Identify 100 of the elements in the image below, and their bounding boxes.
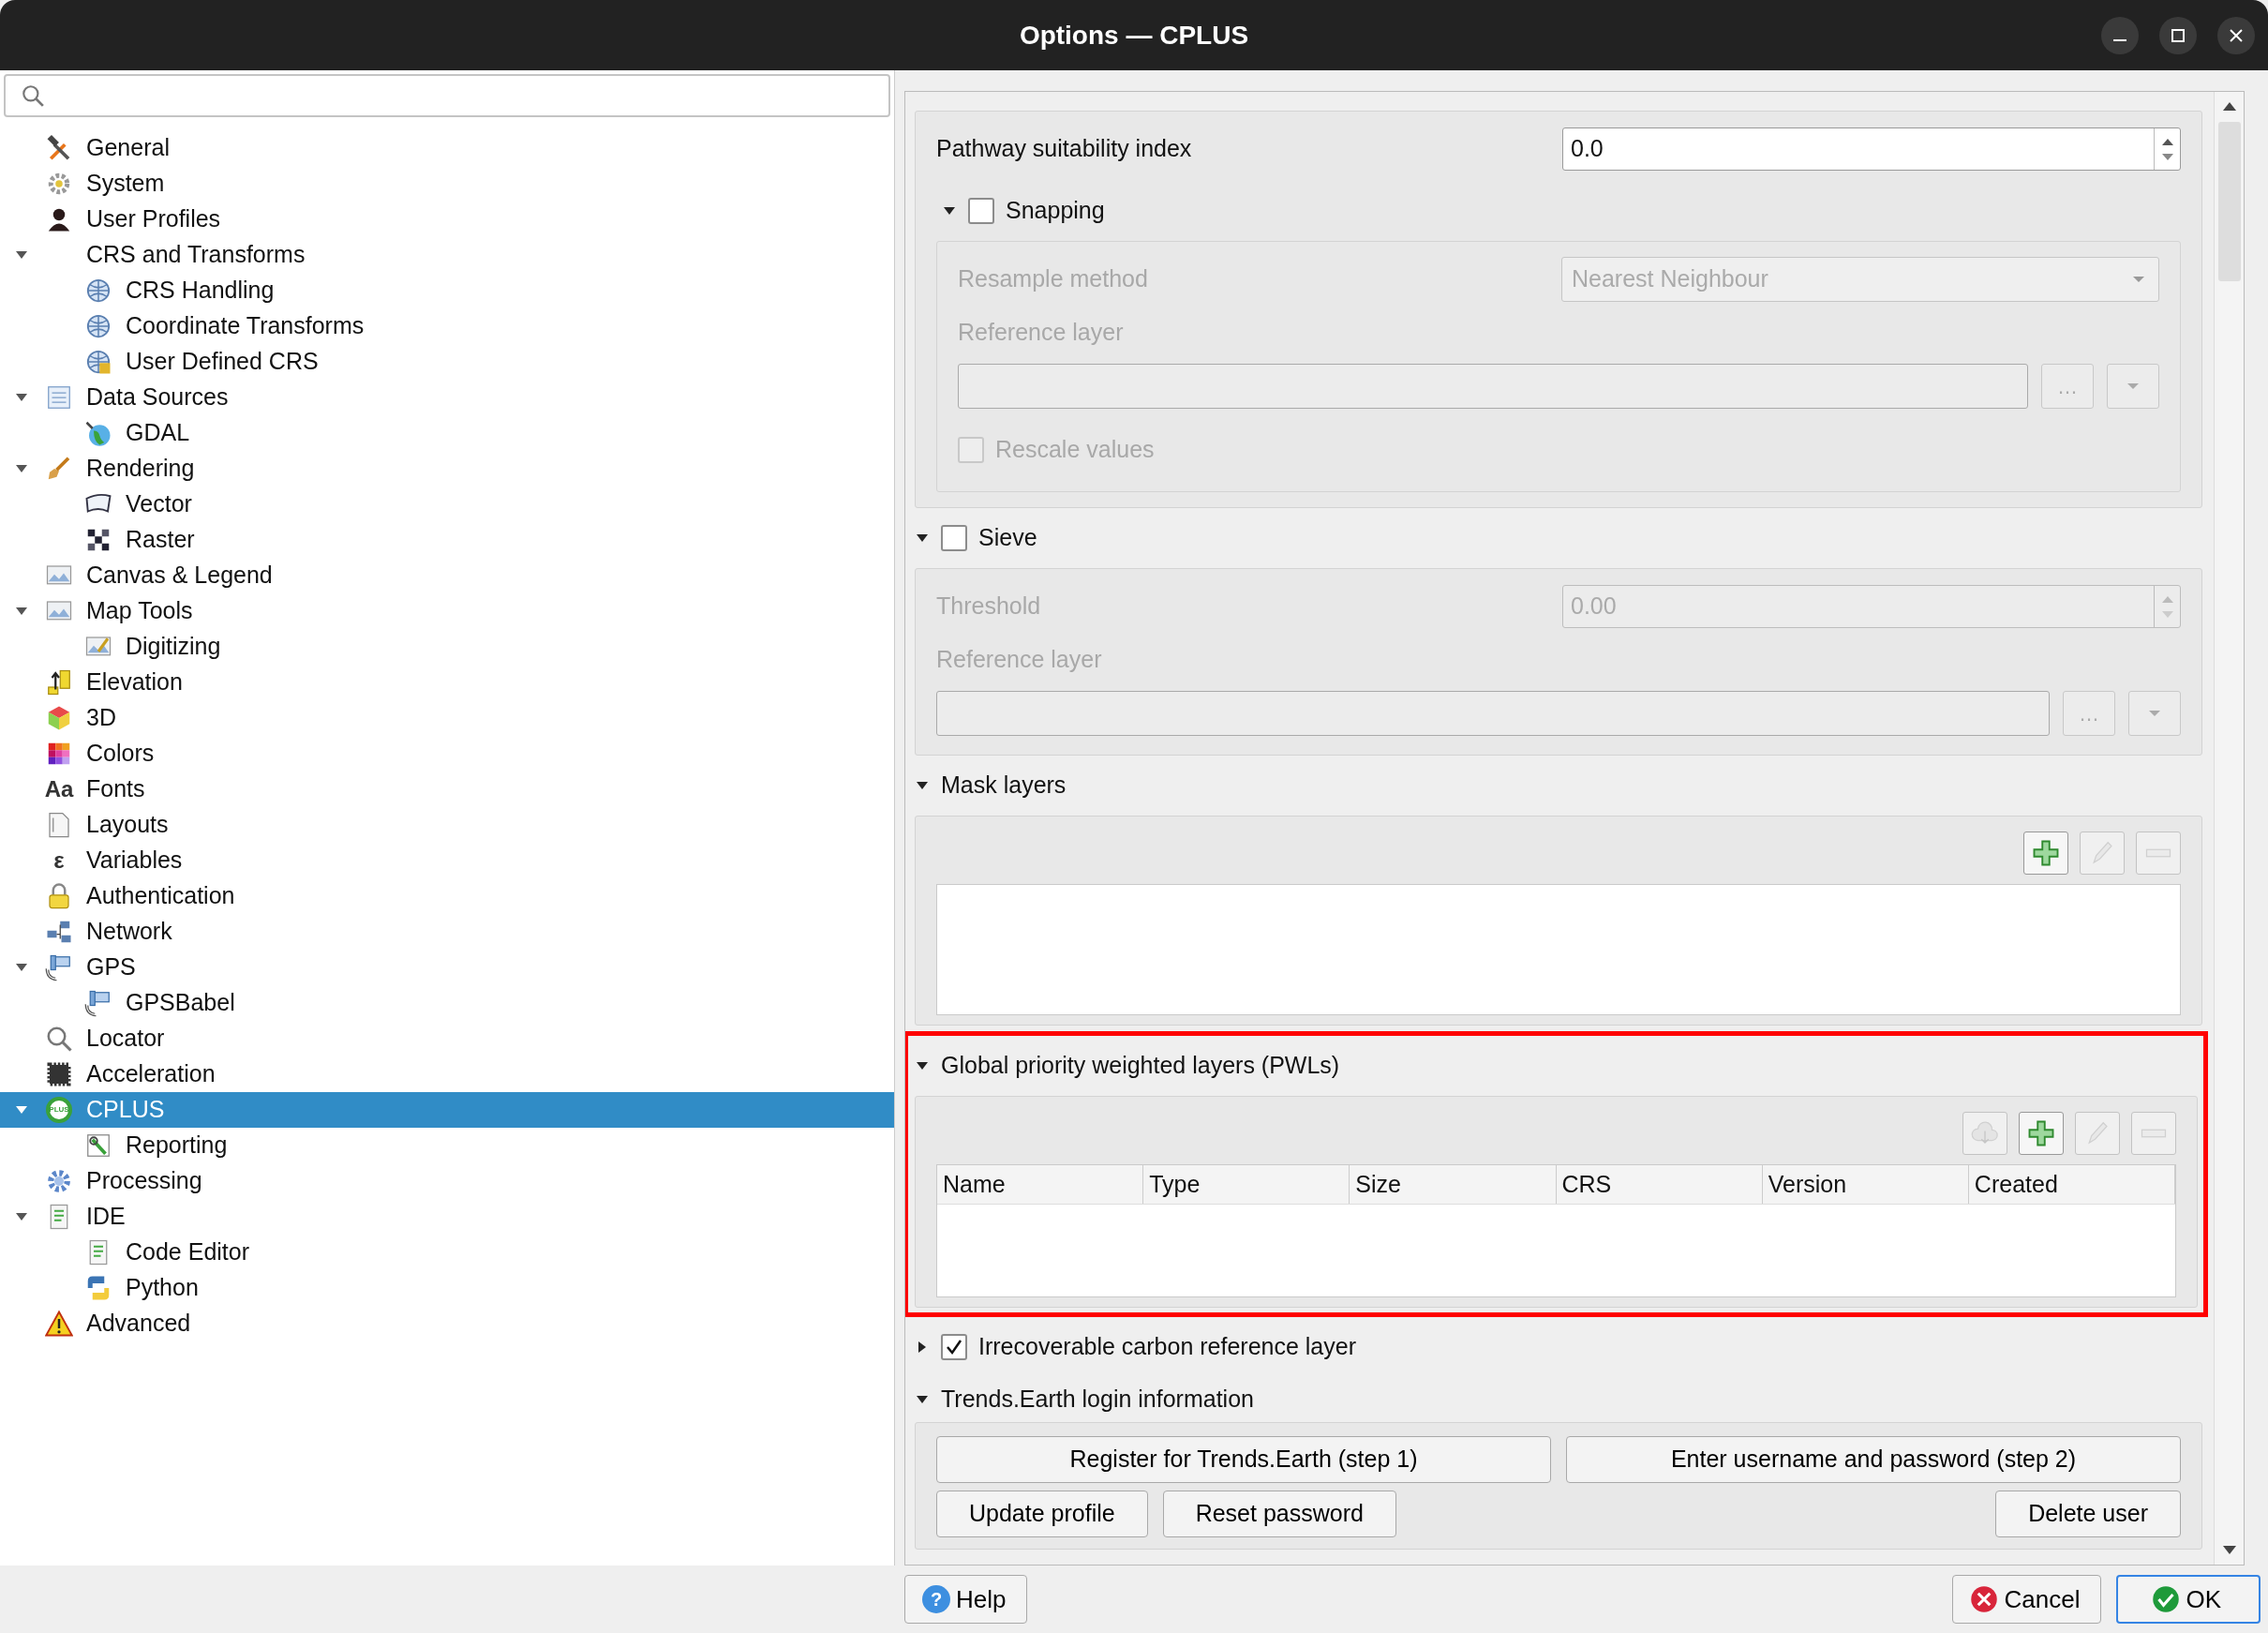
close-button[interactable] (2217, 17, 2255, 54)
column-header[interactable]: Version (1762, 1165, 1969, 1204)
column-header[interactable]: Name (937, 1165, 1144, 1204)
push-button[interactable]: Update profile (936, 1491, 1148, 1537)
tree-item[interactable]: Acceleration (0, 1056, 894, 1092)
tree-item[interactable]: CRS Handling (0, 273, 894, 308)
tree-item[interactable]: GPSBabel (0, 985, 894, 1021)
checkbox[interactable] (958, 437, 984, 463)
chip-icon (45, 1060, 73, 1088)
tree-item[interactable]: User Defined CRS (0, 344, 894, 380)
tree-item[interactable]: Map Tools (0, 593, 894, 629)
tree-item[interactable]: System (0, 166, 894, 202)
caret-icon (2148, 709, 2161, 718)
field-label: Reference layer (936, 645, 1103, 675)
tree-item[interactable]: 3D (0, 700, 894, 736)
group-title: Trends.Earth login information (941, 1385, 1254, 1415)
tree-item[interactable]: CRS and Transforms (0, 237, 894, 273)
scrollbar[interactable] (2214, 92, 2244, 1565)
group-title: Sieve (978, 523, 1037, 553)
column-header[interactable]: Type (1143, 1165, 1350, 1204)
tree-item[interactable]: Canvas & Legend (0, 558, 894, 593)
maximize-button[interactable] (2159, 17, 2197, 54)
group-title: Mask layers (941, 771, 1067, 801)
tree-item[interactable]: Digitizing (0, 629, 894, 665)
check-icon (945, 1338, 963, 1356)
tree-item[interactable]: Elevation (0, 665, 894, 700)
logo-icon: PLUS (46, 1097, 72, 1123)
table-icon (45, 383, 73, 412)
warning-icon (45, 1310, 73, 1338)
tree-item[interactable]: Layouts (0, 807, 894, 843)
add-icon (2032, 839, 2060, 867)
search-icon (21, 83, 45, 108)
check-icon (2152, 1585, 2181, 1613)
globe-icon (84, 348, 112, 376)
checkbox[interactable] (941, 525, 967, 551)
globe-icon (84, 419, 112, 447)
globe-icon (84, 312, 112, 340)
field-label: Resample method (958, 264, 1149, 294)
checkbox[interactable] (941, 1334, 967, 1360)
tree-item[interactable]: Coordinate Transforms (0, 308, 894, 344)
tree-item[interactable]: Data Sources (0, 380, 894, 415)
layer-field[interactable] (958, 364, 2028, 409)
push-button[interactable]: Delete user (1995, 1491, 2181, 1537)
search-field[interactable] (4, 74, 890, 117)
add-button[interactable] (2019, 1112, 2064, 1155)
text-icon: ε (53, 844, 65, 877)
column-header[interactable]: Created (1968, 1165, 2176, 1204)
spin-box[interactable]: 0.0 (1562, 127, 2181, 171)
ok-button[interactable]: OK (2116, 1575, 2261, 1624)
group-title: Global priority weighted layers (PWLs) (941, 1051, 1340, 1081)
gear-icon (45, 1167, 73, 1195)
tree-item[interactable]: Aa Fonts (0, 772, 894, 807)
checkbox[interactable] (968, 198, 994, 224)
column-header[interactable]: CRS (1556, 1165, 1763, 1204)
report-icon (84, 1131, 112, 1160)
tree-item[interactable]: Processing (0, 1163, 894, 1199)
tree-item[interactable]: Network (0, 914, 894, 950)
tree-item[interactable]: Raster (0, 522, 894, 558)
gps-icon (45, 953, 73, 981)
window-title: Options — CPLUS (1019, 19, 1249, 52)
tree-item[interactable]: Colors (0, 736, 894, 772)
caret-icon (2126, 382, 2140, 391)
tree-item[interactable]: Authentication (0, 878, 894, 914)
text-icon: Aa (44, 772, 74, 806)
tree-item[interactable]: IDE (0, 1199, 894, 1235)
elevation-icon (45, 668, 73, 697)
push-button[interactable]: Enter username and password (step 2) (1566, 1436, 2181, 1483)
maximize-icon (2171, 28, 2186, 43)
tree-item[interactable]: Rendering (0, 451, 894, 487)
tree-item[interactable]: General (0, 130, 894, 166)
tree-item[interactable]: Python (0, 1270, 894, 1306)
caret-icon (2132, 275, 2145, 284)
help-button[interactable]: ? Help (904, 1575, 1028, 1624)
field-label: Pathway suitability index (936, 134, 1193, 164)
field-label: Threshold (936, 592, 1042, 622)
layer-table[interactable]: Name Type Size CRS Version Created (936, 1164, 2176, 1297)
minimize-icon (2113, 39, 2126, 41)
checkbox-label: Rescale values (995, 435, 1155, 465)
tree-item[interactable]: User Profiles (0, 202, 894, 237)
tree-item[interactable]: Code Editor (0, 1235, 894, 1270)
group-title: Snapping (1006, 196, 1105, 226)
tree-item[interactable]: GDAL (0, 415, 894, 451)
add-button[interactable] (2023, 831, 2068, 875)
tree-item[interactable]: GPS (0, 950, 894, 985)
tree-item[interactable]: Locator (0, 1021, 894, 1056)
tree-item[interactable]: PLUS CPLUS (0, 1092, 894, 1128)
tree-item[interactable]: ε Variables (0, 843, 894, 878)
column-header[interactable]: Size (1350, 1165, 1557, 1204)
tree-item[interactable]: Vector (0, 487, 894, 522)
tree-item[interactable]: Reporting (0, 1128, 894, 1163)
push-button[interactable]: Reset password (1162, 1491, 1396, 1537)
help-icon: ? (922, 1585, 950, 1613)
cancel-button[interactable]: Cancel (1952, 1575, 2102, 1624)
layer-field[interactable] (936, 691, 2050, 736)
close-icon (2229, 28, 2244, 43)
tree-item[interactable]: Advanced (0, 1306, 894, 1341)
push-button[interactable]: Register for Trends.Earth (step 1) (936, 1436, 1551, 1483)
field-label: Reference layer (958, 318, 1125, 348)
add-icon (2027, 1119, 2055, 1147)
cancel-icon (1970, 1585, 1999, 1613)
